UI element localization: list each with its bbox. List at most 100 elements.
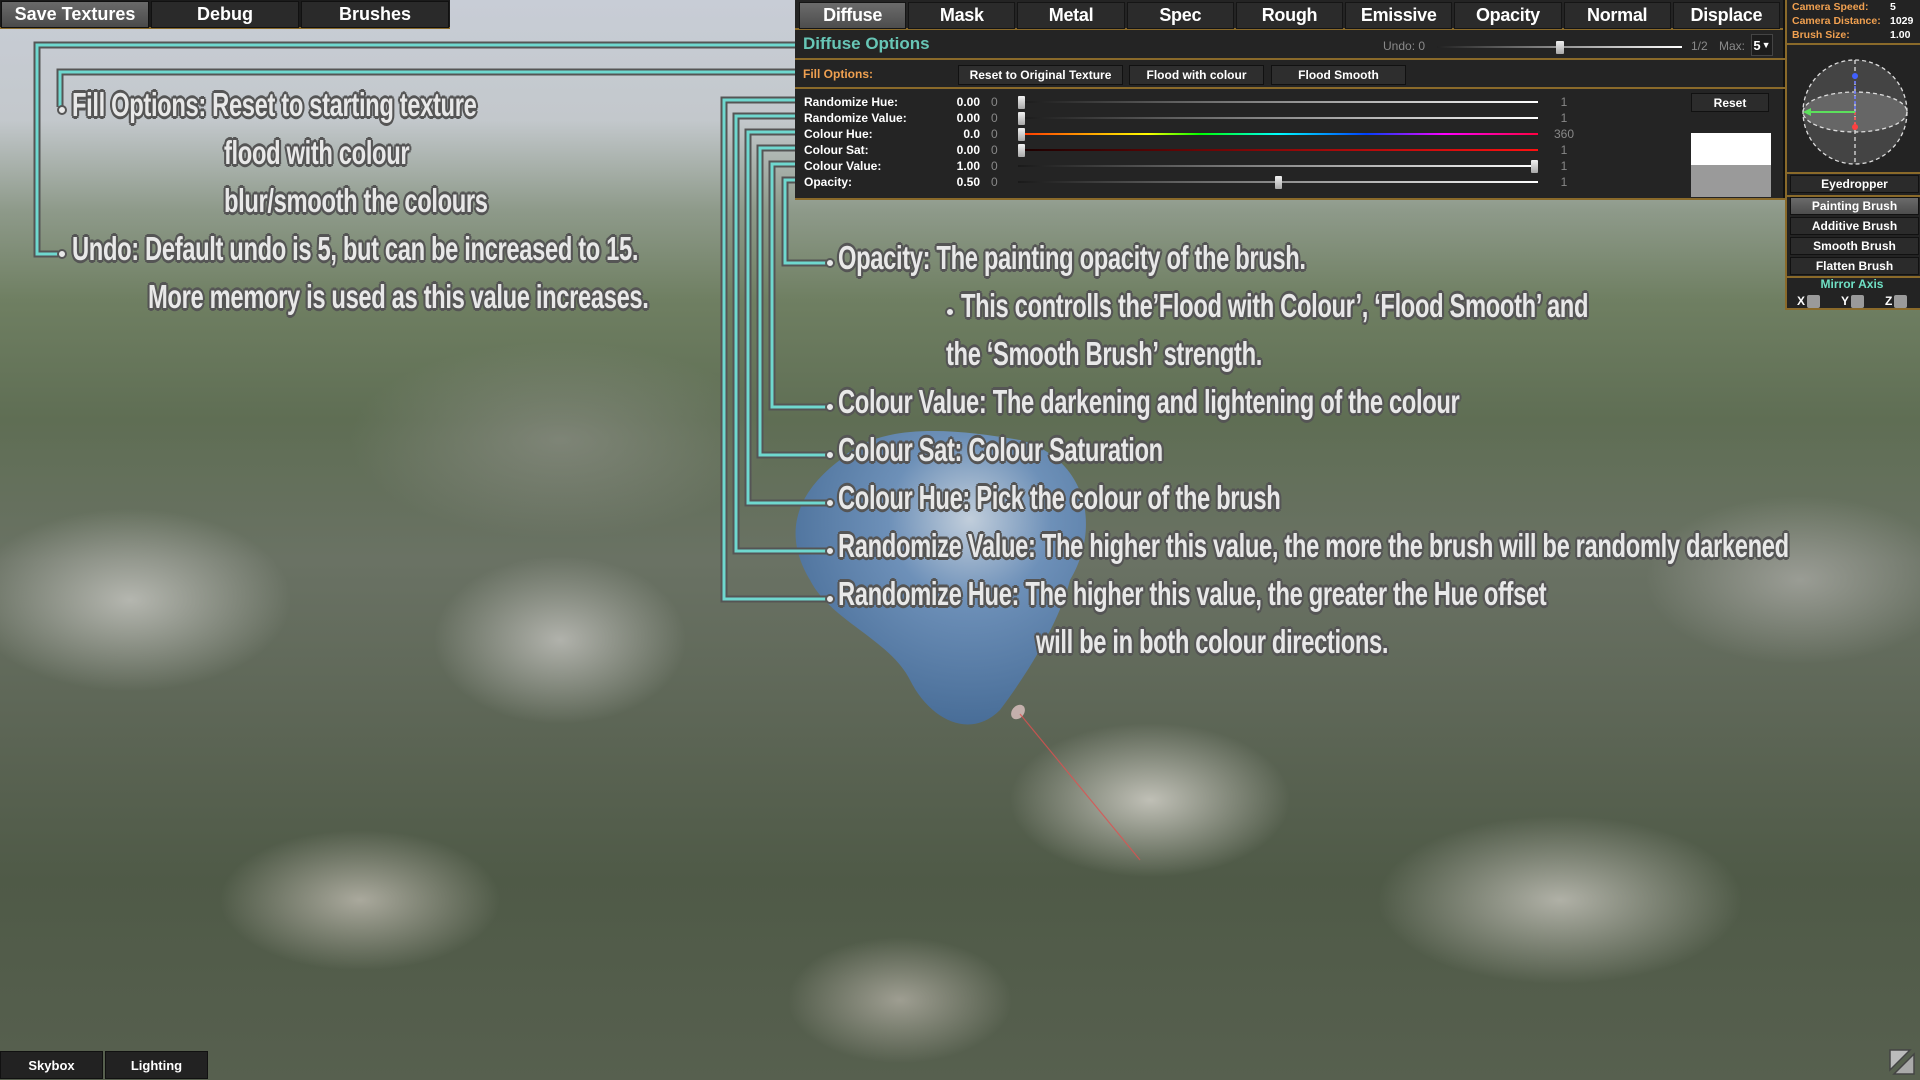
resize-handle-icon[interactable] xyxy=(1888,1048,1916,1076)
lighting-button[interactable]: Lighting xyxy=(105,1051,208,1079)
slider-value: 0.00 xyxy=(956,95,980,109)
new-colour-swatch xyxy=(1691,133,1771,165)
undo-label: Undo: 0 xyxy=(1383,39,1426,53)
slider-value: 0.00 xyxy=(956,111,980,125)
annotation-colour-hue: Colour Hue: Pick the colour of the brush xyxy=(838,479,1281,516)
slider-label: Randomize Value: xyxy=(804,111,907,125)
slider-row: Colour Sat: 0.00 0 1 xyxy=(804,142,1784,158)
annotation-opacity: Opacity: The painting opacity of the bru… xyxy=(838,239,1306,276)
fill-options-label: Fill Options: xyxy=(803,67,873,81)
slider-row: Randomize Value: 0.00 0 1 xyxy=(804,110,1784,126)
slider-value: 0.50 xyxy=(956,175,980,189)
slider-track[interactable] xyxy=(1018,96,1538,109)
undo-fraction: 1/2 xyxy=(1691,39,1708,53)
slider-min: 0 xyxy=(991,127,998,141)
brush-size-stat: Brush Size: 1.00 xyxy=(1792,29,1917,41)
slider-thumb[interactable] xyxy=(1531,160,1538,173)
chevron-down-icon: ▼ xyxy=(1761,40,1771,50)
tab-mask[interactable]: Mask xyxy=(908,2,1016,29)
mirror-y-checkbox[interactable] xyxy=(1851,294,1865,308)
undo-slider-thumb[interactable] xyxy=(1555,41,1564,54)
undo-max-dropdown[interactable]: 5 ▼ xyxy=(1751,34,1773,56)
section-title: Diffuse Options xyxy=(803,34,930,53)
slider-thumb[interactable] xyxy=(1018,128,1025,141)
slider-label: Colour Sat: xyxy=(804,143,869,157)
texture-options-panel: Diffuse Mask Metal Spec Rough Emissive O… xyxy=(795,0,1785,200)
axis-y-label: Y xyxy=(1841,294,1850,308)
slider-track[interactable] xyxy=(1018,112,1538,125)
tab-rough[interactable]: Rough xyxy=(1235,2,1344,29)
tab-emissive[interactable]: Emissive xyxy=(1345,2,1453,29)
slider-max: 1 xyxy=(1560,95,1568,109)
divider xyxy=(1787,172,1920,174)
debug-button[interactable]: Debug xyxy=(151,1,299,28)
save-textures-button[interactable]: Save Textures xyxy=(1,1,149,28)
axis-x-label: X xyxy=(1797,294,1806,308)
slider-track[interactable] xyxy=(1018,176,1538,189)
undo-max-label: Max: xyxy=(1719,39,1746,53)
fill-options-row: Fill Options: Reset to Original Texture … xyxy=(795,62,1785,89)
mirror-axis-title: Mirror Axis xyxy=(1820,277,1884,291)
top-nav: Save Textures Debug Brushes xyxy=(0,0,450,29)
brushes-button[interactable]: Brushes xyxy=(301,1,449,28)
slider-track[interactable] xyxy=(1018,128,1538,141)
annotation-randomize-hue-cont: will be in both colour directions. xyxy=(1036,623,1389,660)
annotation-undo-memory: More memory is used as this value increa… xyxy=(148,278,649,315)
tab-displace[interactable]: Displace xyxy=(1672,2,1780,29)
slider-value: 0.00 xyxy=(956,143,980,157)
slider-track[interactable] xyxy=(1018,160,1538,173)
slider-thumb[interactable] xyxy=(1018,96,1025,109)
skybox-button[interactable]: Skybox xyxy=(0,1051,103,1079)
flood-with-colour-button[interactable]: Flood with colour xyxy=(1129,65,1264,85)
old-colour-swatch xyxy=(1691,165,1771,197)
slider-row: Opacity: 0.50 0 1 xyxy=(804,174,1784,190)
slider-thumb[interactable] xyxy=(1018,144,1025,157)
camera-speed-label: Camera Speed: xyxy=(1792,1,1869,13)
mirror-z-toggle[interactable]: Z xyxy=(1885,294,1908,308)
slider-thumb[interactable] xyxy=(1018,112,1025,125)
slider-min: 0 xyxy=(991,175,998,189)
reset-sliders-button[interactable]: Reset xyxy=(1691,93,1769,112)
mirror-x-toggle[interactable]: X xyxy=(1797,294,1821,308)
tab-diffuse[interactable]: Diffuse xyxy=(799,2,907,29)
painting-brush-button[interactable]: Painting Brush xyxy=(1790,197,1919,215)
divider xyxy=(1787,43,1920,45)
annotation-opacity-smooth: the ‘Smooth Brush’ strength. xyxy=(946,335,1262,372)
slider-max: 1 xyxy=(1560,111,1568,125)
brush-size-value: 1.00 xyxy=(1890,29,1911,41)
slider-min: 0 xyxy=(991,111,998,125)
annotation-fill-blur: blur/smooth the colours xyxy=(224,182,488,219)
annotation-randomize-value: Randomize Value: The higher this value, … xyxy=(838,527,1789,564)
eyedropper-button[interactable]: Eyedropper xyxy=(1790,175,1919,193)
panel-divider xyxy=(795,198,1785,200)
slider-label: Colour Value: xyxy=(804,159,882,173)
undo-slider[interactable] xyxy=(1437,41,1682,54)
slider-track[interactable] xyxy=(1018,144,1538,157)
annotation-fill-flood: flood with colour xyxy=(224,134,410,171)
annotation-fill-options: Fill Options: Reset to starting texture xyxy=(72,86,477,123)
camera-brush-panel: Camera Speed: 5 Camera Distance: 1029 Brus… xyxy=(1785,0,1920,310)
orientation-gizmo-icon[interactable] xyxy=(1795,52,1915,172)
flatten-brush-button[interactable]: Flatten Brush xyxy=(1790,257,1919,275)
flood-smooth-button[interactable]: Flood Smooth xyxy=(1271,65,1406,85)
slider-min: 0 xyxy=(991,159,998,173)
slider-row: Randomize Hue: 0.00 0 1 xyxy=(804,94,1784,110)
mirror-x-checkbox[interactable] xyxy=(1807,294,1821,308)
tab-spec[interactable]: Spec xyxy=(1126,2,1234,29)
mirror-z-checkbox[interactable] xyxy=(1894,294,1908,308)
tab-metal[interactable]: Metal xyxy=(1017,2,1125,29)
annotation-undo: Undo: Default undo is 5, but can be incr… xyxy=(72,230,639,267)
slider-label: Colour Hue: xyxy=(804,127,873,141)
slider-max: 1 xyxy=(1560,159,1568,173)
mirror-y-toggle[interactable]: Y xyxy=(1841,294,1865,308)
reset-to-original-texture-button[interactable]: Reset to Original Texture xyxy=(958,65,1123,85)
slider-label: Opacity: xyxy=(804,175,853,189)
tab-opacity[interactable]: Opacity xyxy=(1454,2,1562,29)
additive-brush-button[interactable]: Additive Brush xyxy=(1790,217,1919,235)
tab-normal[interactable]: Normal xyxy=(1563,2,1671,29)
camera-speed-value: 5 xyxy=(1890,1,1896,13)
annotation-randomize-hue: Randomize Hue: The higher this value, th… xyxy=(838,575,1547,612)
smooth-brush-button[interactable]: Smooth Brush xyxy=(1790,237,1919,255)
slider-thumb[interactable] xyxy=(1274,176,1282,189)
camera-distance-value: 1029 xyxy=(1890,15,1914,27)
